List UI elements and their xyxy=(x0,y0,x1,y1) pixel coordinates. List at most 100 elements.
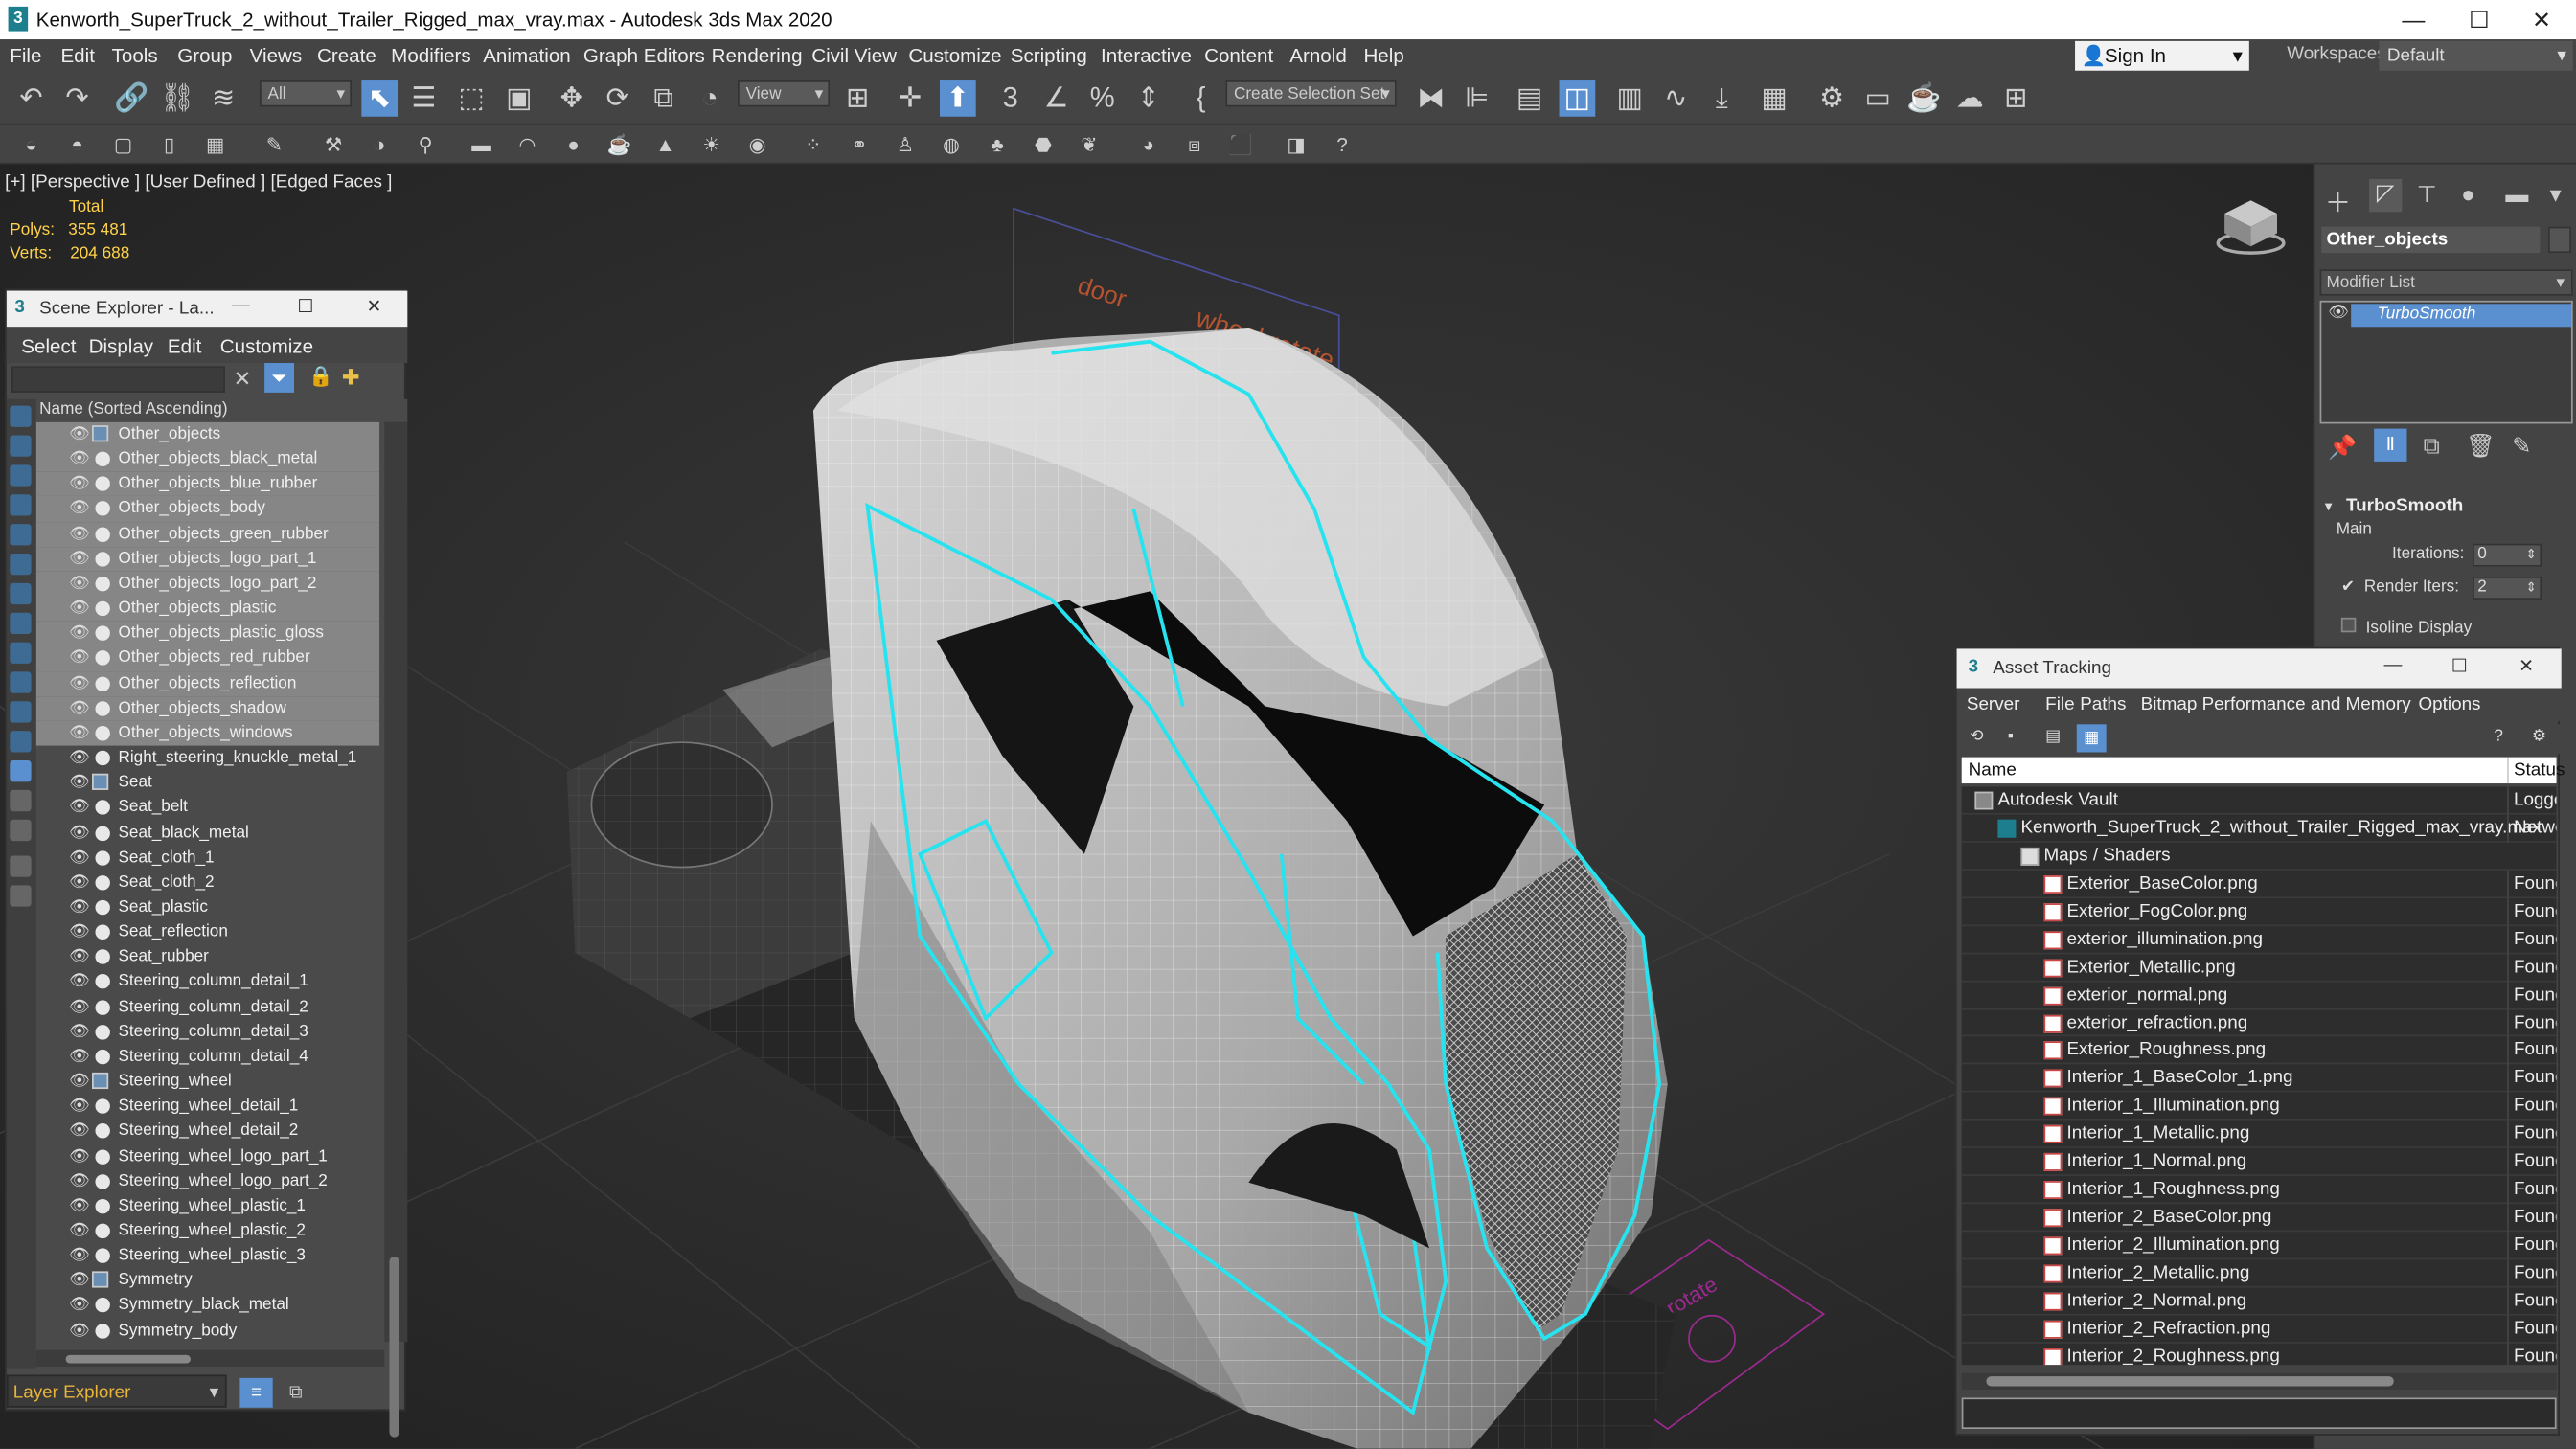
rotate-icon[interactable]: ⟳ xyxy=(600,80,636,117)
asset-menu-file[interactable]: File xyxy=(2045,694,2074,714)
scene-object-row[interactable]: 👁 Other_objects_logo_part_1 xyxy=(35,546,380,572)
visibility-eye-icon[interactable]: 👁 xyxy=(69,995,90,1020)
visibility-eye-icon[interactable]: 👁 xyxy=(69,871,90,895)
scene-object-row[interactable]: 👁 Seat_belt xyxy=(36,796,379,821)
object-name-field[interactable]: Other_objects xyxy=(2321,226,2541,254)
scene-object-row[interactable]: 👁 Steering_wheel_plastic_2 xyxy=(36,1219,379,1244)
asset-row[interactable]: Autodesk Vault Logge xyxy=(1961,786,2557,815)
selection-filter-dropdown[interactable]: All xyxy=(259,80,353,108)
eye-icon[interactable]: 👁 xyxy=(2328,304,2349,322)
particles-icon[interactable]: ⁘ xyxy=(798,129,828,159)
pin-stack-icon[interactable]: 📌 xyxy=(2328,434,2357,462)
menu-create[interactable]: Create xyxy=(317,44,376,67)
asset-row[interactable]: Interior_1_Normal.png Found xyxy=(1961,1148,2557,1177)
pivot-center-icon[interactable]: ⊞ xyxy=(839,80,876,117)
asset-row[interactable]: Exterior_Metallic.png Found xyxy=(1961,953,2557,982)
scene-object-row[interactable]: 👁 Seat_rubber xyxy=(36,945,379,970)
visibility-eye-icon[interactable]: 👁 xyxy=(69,1294,90,1319)
display-xrefs-icon[interactable] xyxy=(10,612,32,634)
render-grid-icon[interactable]: ⊞ xyxy=(1997,80,2034,117)
asset-row[interactable]: Maps / Shaders xyxy=(1961,843,2557,871)
asset-row[interactable]: Interior_2_Illumination.png Found xyxy=(1961,1232,2557,1260)
asset-row[interactable]: Interior_2_Roughness.png Found xyxy=(1962,1343,2557,1366)
scene-column-header[interactable]: Name (Sorted Ascending) xyxy=(35,398,408,422)
fur-icon[interactable]: ❦ xyxy=(1075,129,1105,159)
reference-coordinate-dropdown[interactable]: View xyxy=(738,80,831,108)
asset-row[interactable]: Interior_1_Metallic.png Found xyxy=(1961,1121,2557,1149)
menu-group[interactable]: Group xyxy=(177,44,232,67)
scene-object-row[interactable]: 👁 Other_objects_green_rubber xyxy=(35,521,380,547)
visibility-eye-icon[interactable]: 👁 xyxy=(69,821,90,846)
menu-interactive[interactable]: Interactive xyxy=(1101,44,1192,67)
hierarchy-tab-icon[interactable]: ⊤ xyxy=(2417,181,2437,209)
display-bones-icon[interactable] xyxy=(10,642,32,664)
bind-spacewarp-icon[interactable]: ≋ xyxy=(205,80,241,117)
visibility-eye-icon[interactable]: 👁 xyxy=(69,1120,90,1144)
asset-row[interactable]: Interior_2_Refraction.png Found xyxy=(1961,1315,2557,1344)
iterations-spinner[interactable]: 0 ⇕ xyxy=(2473,543,2542,567)
asset-row[interactable]: Interior_1_Roughness.png Found xyxy=(1961,1176,2557,1205)
display-all-icon[interactable] xyxy=(10,760,32,782)
scene-vertical-scroll-thumb[interactable] xyxy=(389,1256,399,1438)
sphere-icon[interactable]: ● xyxy=(559,129,588,159)
viewport-label[interactable]: [+] [Perspective ] [User Defined ] [Edge… xyxy=(5,172,392,192)
scene-object-row[interactable]: 👁 Seat_cloth_1 xyxy=(36,846,379,871)
lock-icon[interactable]: 🔒 xyxy=(308,365,333,388)
scene-menu-edit[interactable]: Edit xyxy=(168,335,201,358)
visibility-eye-icon[interactable]: 👁 xyxy=(69,447,90,472)
visibility-eye-icon[interactable]: 👁 xyxy=(69,597,90,622)
scene-object-row[interactable]: 👁 Other_objects_blue_rubber xyxy=(35,471,380,497)
visibility-eye-icon[interactable]: 👁 xyxy=(69,970,90,995)
visibility-eye-icon[interactable]: 👁 xyxy=(69,572,90,597)
display-containers-icon[interactable] xyxy=(10,671,32,693)
help-icon[interactable]: ? xyxy=(1328,129,1357,159)
asset-row[interactable]: exterior_illumination.png Found xyxy=(1961,925,2557,954)
globe-icon[interactable]: ◍ xyxy=(937,129,967,159)
mirror-icon[interactable]: ⧓ xyxy=(1413,80,1449,117)
menu-content[interactable]: Content xyxy=(1204,44,1273,67)
brush-icon[interactable]: ✎ xyxy=(260,129,289,159)
scene-object-row[interactable]: 👁 Steering_column_detail_4 xyxy=(36,1045,379,1070)
menu-tools[interactable]: Tools xyxy=(112,44,158,67)
scene-object-row[interactable]: 👁 Other_objects_logo_part_2 xyxy=(35,571,380,597)
minimize-icon[interactable]: — xyxy=(2383,655,2402,675)
visibility-eye-icon[interactable]: 👁 xyxy=(69,1144,90,1169)
link-icon[interactable]: 🔗 xyxy=(113,80,149,117)
scene-menu-customize[interactable]: Customize xyxy=(220,335,313,358)
visibility-eye-icon[interactable]: 👁 xyxy=(69,846,90,871)
workspaces-dropdown[interactable]: Default ▾ xyxy=(2379,40,2573,71)
asset-row[interactable]: exterior_refraction.png Found xyxy=(1961,1008,2557,1038)
asset-row[interactable]: Interior_2_Normal.png Found xyxy=(1961,1287,2557,1316)
asset-tracking-titlebar[interactable]: 3 Asset Tracking — ☐ ✕ xyxy=(1956,648,2562,689)
asset-menu-paths[interactable]: Paths xyxy=(2080,694,2126,714)
scene-object-row[interactable]: 👁 Seat_plastic xyxy=(36,895,379,920)
menu-file[interactable]: File xyxy=(10,44,41,67)
scale-icon[interactable]: ⧉ xyxy=(646,80,682,117)
render-iters-checkbox[interactable]: ✔ xyxy=(2341,578,2355,597)
scene-object-row[interactable]: 👁 Symmetry xyxy=(36,1269,379,1294)
render-production-icon[interactable]: ☕ xyxy=(1905,80,1942,117)
status-column-header[interactable]: Status xyxy=(2507,757,2565,784)
scene-object-row[interactable]: 👁 Seat_black_metal xyxy=(36,821,379,846)
name-column-header[interactable]: Name xyxy=(1969,758,2017,783)
scene-object-row[interactable]: 👁 Seat xyxy=(36,771,379,796)
asset-row[interactable]: Interior_1_Illumination.png Found xyxy=(1961,1093,2557,1121)
minimize-button[interactable]: — xyxy=(2376,0,2451,39)
display-hidden-icon[interactable] xyxy=(10,731,32,753)
display-helpers-icon[interactable] xyxy=(10,524,32,546)
scene-object-row[interactable]: 👁 Other_objects_shadow xyxy=(35,695,380,721)
visibility-eye-icon[interactable]: 👁 xyxy=(69,1045,90,1070)
angle-snap-icon[interactable]: ∠ xyxy=(1038,80,1075,117)
asset-row[interactable]: Interior_1_BaseColor_1.png Found xyxy=(1961,1064,2557,1094)
scene-menu-select[interactable]: Select xyxy=(21,335,76,358)
object-color-swatch[interactable] xyxy=(2547,226,2571,254)
toggle-layer-explorer-icon[interactable]: ◫ xyxy=(1559,80,1596,117)
material-editor-icon[interactable]: ▦ xyxy=(1756,80,1792,117)
geometry-icon[interactable]: ◓ xyxy=(62,129,92,159)
rect-selection-icon[interactable]: ⬚ xyxy=(453,80,490,117)
render-setup-icon[interactable]: ⚙ xyxy=(1813,80,1850,117)
visibility-eye-icon[interactable]: 👁 xyxy=(69,646,90,671)
filter-icon[interactable]: ⏷ xyxy=(264,363,294,393)
percent-snap-icon[interactable]: % xyxy=(1084,80,1121,117)
table-view-icon[interactable]: ▤ xyxy=(2045,728,2061,746)
